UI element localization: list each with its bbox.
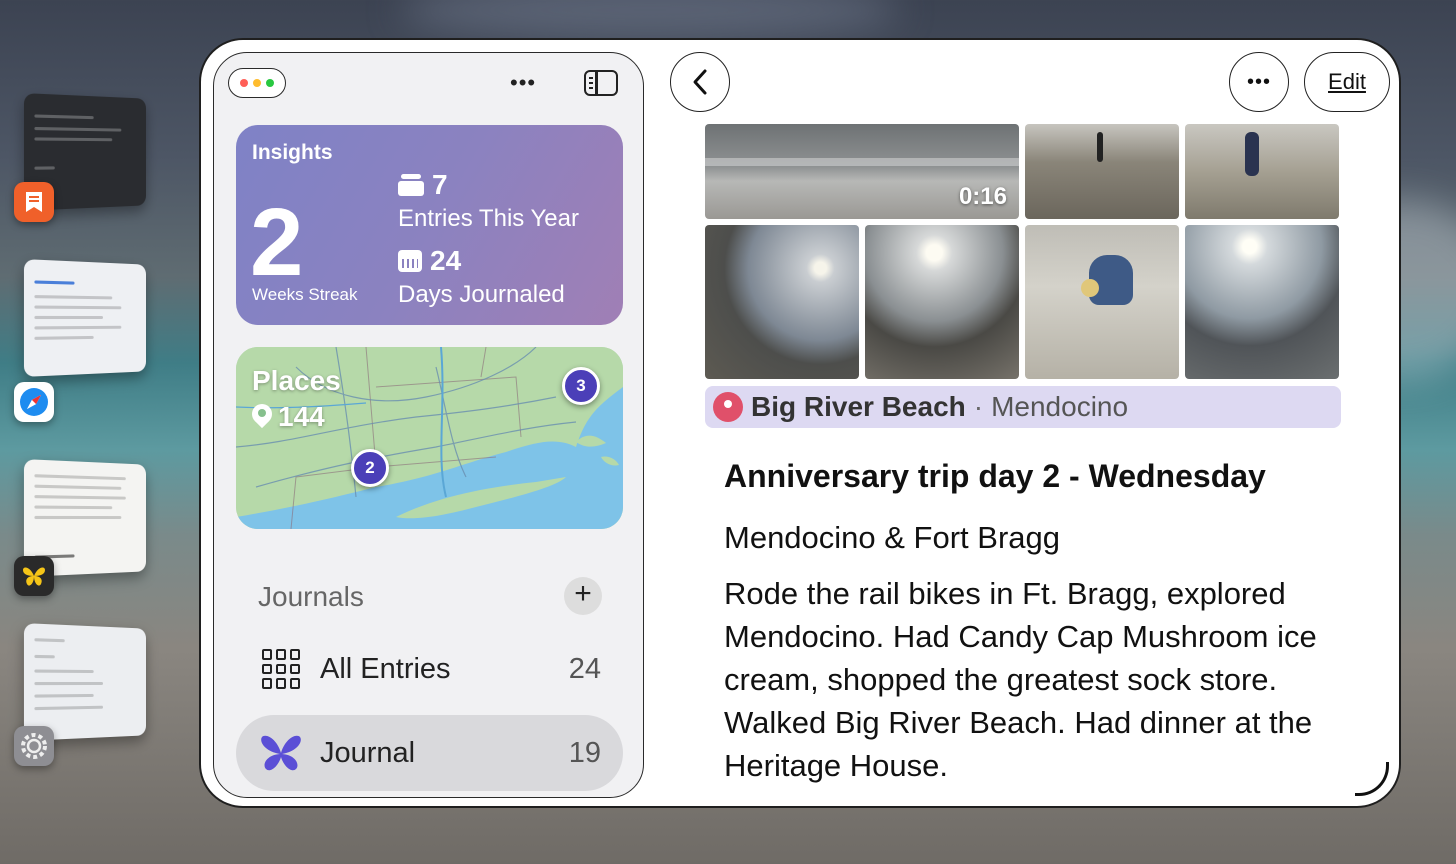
video-thumbnail[interactable]: 0:16: [705, 124, 1019, 219]
journal-item-label: All Entries: [320, 653, 451, 685]
grid-icon: [262, 649, 302, 689]
sidebar: ••• Insights 2 Weeks Streak 7 Entries Th…: [213, 52, 644, 798]
reader-app-icon[interactable]: [14, 182, 54, 222]
photo-thumbnail[interactable]: [1025, 124, 1179, 219]
journal-item-label: Journal: [320, 737, 416, 769]
settings-gear-icon[interactable]: [14, 726, 54, 766]
streak-label: Weeks Streak: [252, 285, 358, 304]
places-card[interactable]: Places 144 3 2: [236, 347, 623, 529]
edit-button[interactable]: Edit: [1304, 52, 1390, 112]
days-label: Days Journaled: [398, 281, 565, 308]
butterfly-icon: [261, 735, 301, 771]
photo-thumbnail[interactable]: [1185, 124, 1339, 219]
map-pin-icon: [713, 392, 743, 422]
insights-card[interactable]: Insights 2 Weeks Streak 7 Entries This Y…: [236, 125, 623, 325]
entries-label: Entries This Year: [398, 205, 579, 232]
chevron-left-icon: [693, 69, 707, 95]
safari-icon[interactable]: [14, 382, 54, 422]
app-thumbnail-safari[interactable]: [23, 259, 146, 377]
location-bar[interactable]: Big River Beach · Mendocino: [705, 386, 1341, 428]
journal-item-all-entries[interactable]: All Entries 24: [236, 631, 623, 707]
map-marker[interactable]: 3: [562, 367, 600, 405]
calendar-icon: [398, 250, 422, 272]
photo-thumbnail[interactable]: [1185, 225, 1339, 379]
sidebar-more-button[interactable]: •••: [510, 72, 536, 94]
places-title: Places: [252, 365, 341, 396]
location-city: Mendocino: [991, 391, 1129, 422]
add-journal-button[interactable]: +: [564, 577, 602, 615]
entry-subtitle[interactable]: Mendocino & Fort Bragg: [724, 520, 1060, 556]
entry-body[interactable]: Rode the rail bikes in Ft. Bragg, explor…: [724, 572, 1344, 787]
streak-value: 2: [250, 189, 304, 296]
journal-item-journal[interactable]: Journal 19: [236, 715, 623, 791]
photo-thumbnail[interactable]: [865, 225, 1019, 379]
butterfly-app-icon[interactable]: [14, 556, 54, 596]
stage-manager: [0, 0, 180, 864]
background-cloud: [400, 0, 900, 40]
journal-item-count: 24: [568, 653, 601, 685]
places-count: 144: [278, 401, 325, 432]
location-name: Big River Beach: [751, 391, 966, 422]
back-button[interactable]: [670, 52, 730, 112]
days-value: 24: [430, 245, 462, 276]
window-controls[interactable]: [228, 68, 286, 98]
app-thumbnail-settings[interactable]: [23, 623, 146, 741]
photo-thumbnail[interactable]: [705, 225, 859, 379]
location-separator: ·: [973, 391, 984, 422]
minimize-dot-icon[interactable]: [253, 79, 261, 87]
resize-handle-icon[interactable]: [1355, 762, 1389, 796]
entries-stack-icon: [398, 174, 424, 196]
days-stat: 24: [398, 245, 461, 277]
close-dot-icon[interactable]: [240, 79, 248, 87]
app-window: ••• Insights 2 Weeks Streak 7 Entries Th…: [199, 38, 1401, 808]
video-duration: 0:16: [958, 183, 1007, 210]
insights-title: Insights: [252, 141, 333, 164]
map-marker[interactable]: 2: [351, 449, 389, 487]
entries-value: 7: [432, 169, 448, 200]
entries-stat: 7: [398, 169, 448, 201]
more-options-button[interactable]: •••: [1229, 52, 1289, 112]
location-pin-icon: [252, 404, 272, 430]
zoom-dot-icon[interactable]: [266, 79, 274, 87]
sidebar-toggle-icon[interactable]: [584, 70, 618, 96]
entry-title[interactable]: Anniversary trip day 2 - Wednesday: [724, 458, 1266, 495]
journals-header: Journals: [258, 581, 364, 612]
journal-item-count: 19: [568, 737, 601, 769]
photo-thumbnail[interactable]: [1025, 225, 1179, 379]
places-count-row: 144: [252, 401, 325, 433]
